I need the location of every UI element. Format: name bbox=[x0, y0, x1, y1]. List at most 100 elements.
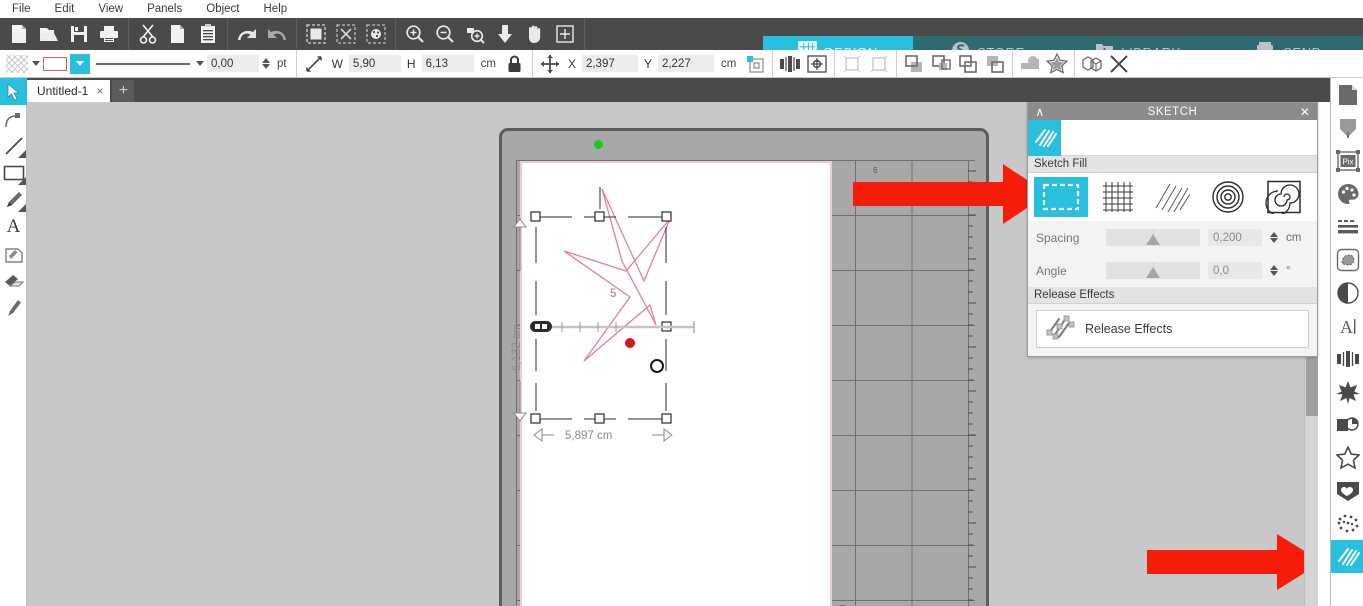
center-on-page-icon[interactable] bbox=[805, 52, 829, 76]
draw-rectangle-tool[interactable] bbox=[0, 159, 27, 186]
align-panel-icon[interactable] bbox=[1331, 342, 1363, 375]
draw-rectangle-submenu-triangle[interactable] bbox=[18, 177, 26, 185]
y-input[interactable] bbox=[657, 55, 714, 72]
width-input[interactable] bbox=[348, 55, 401, 72]
weld-icon[interactable] bbox=[1018, 52, 1042, 76]
angle-input[interactable] bbox=[1208, 262, 1262, 279]
text-style-panel-icon[interactable]: A bbox=[1331, 309, 1363, 342]
fill-gradient-panel-icon[interactable] bbox=[1331, 276, 1363, 309]
select-by-color-icon[interactable] bbox=[361, 19, 391, 49]
line-thickness-input[interactable] bbox=[207, 55, 259, 72]
sketch-panel-icon[interactable] bbox=[1331, 540, 1363, 573]
spacing-stepper[interactable] bbox=[1270, 232, 1278, 243]
fill-pattern-dropdown-caret[interactable] bbox=[32, 61, 40, 66]
menu-item-view[interactable]: View bbox=[86, 0, 135, 18]
spacing-slider-knob[interactable] bbox=[1146, 234, 1160, 245]
print-icon[interactable] bbox=[94, 19, 124, 49]
page-setup-panel-icon[interactable] bbox=[1331, 78, 1363, 111]
select-arrow-tool[interactable] bbox=[0, 78, 27, 105]
sketch-fill-spiral[interactable] bbox=[1257, 177, 1311, 217]
copy-icon[interactable] bbox=[163, 19, 193, 49]
stipple-panel-icon[interactable] bbox=[1331, 507, 1363, 540]
mirror-icon[interactable] bbox=[867, 52, 891, 76]
align-icon[interactable] bbox=[778, 52, 802, 76]
sketch-fill-icon[interactable] bbox=[1028, 119, 1061, 156]
cut-settings-panel-icon[interactable] bbox=[1331, 111, 1363, 144]
pixscan-panel-icon[interactable]: Pix bbox=[1331, 144, 1363, 177]
group-icon[interactable] bbox=[1080, 52, 1104, 76]
menu-item-edit[interactable]: Edit bbox=[43, 0, 87, 18]
paste-icon[interactable] bbox=[193, 19, 223, 49]
bring-to-front-icon[interactable] bbox=[902, 52, 926, 76]
document-tab[interactable]: Untitled-1 × bbox=[27, 80, 111, 102]
line-style-preview[interactable] bbox=[93, 59, 193, 69]
eraser-tool[interactable] bbox=[0, 267, 27, 294]
bring-forward-icon[interactable] bbox=[929, 52, 953, 76]
deselect-all-icon[interactable] bbox=[331, 19, 361, 49]
sketch-fill-crosshatch[interactable] bbox=[1090, 177, 1144, 217]
sketch-fill-none[interactable] bbox=[1034, 177, 1088, 217]
star-shape[interactable] bbox=[563, 188, 671, 362]
menu-item-object[interactable]: Object bbox=[194, 0, 251, 18]
scale-diagonal-icon[interactable] bbox=[302, 52, 326, 76]
fill-color-dropdown-caret[interactable] bbox=[76, 61, 84, 66]
star-shape-selection[interactable]: 5 6,132 cm 5,897 cm bbox=[502, 131, 992, 606]
sketch-fill-concentric[interactable] bbox=[1201, 177, 1255, 217]
rotate-handle[interactable] bbox=[650, 359, 664, 373]
menu-item-panels[interactable]: Panels bbox=[135, 0, 194, 18]
draw-freehand-tool[interactable] bbox=[0, 186, 27, 213]
offset-star-icon[interactable] bbox=[1045, 52, 1069, 76]
release-effects-button[interactable]: Release Effects bbox=[1036, 310, 1309, 348]
offset-panel-icon[interactable] bbox=[1331, 408, 1363, 441]
menu-item-help[interactable]: Help bbox=[252, 0, 300, 18]
send-backward-icon[interactable] bbox=[956, 52, 980, 76]
fill-pattern-icon[interactable] bbox=[5, 52, 29, 76]
draw-line-submenu-triangle[interactable] bbox=[18, 150, 26, 158]
rhinestone-panel-icon[interactable] bbox=[1331, 441, 1363, 474]
height-input[interactable] bbox=[421, 55, 474, 72]
x-input[interactable] bbox=[581, 55, 638, 72]
color-palette-panel-icon[interactable] bbox=[1331, 177, 1363, 210]
trace-tool[interactable] bbox=[0, 240, 27, 267]
anchor-point-icon[interactable] bbox=[743, 52, 767, 76]
line-style-dropdown-caret[interactable] bbox=[196, 61, 204, 66]
draw-line-tool[interactable] bbox=[0, 132, 27, 159]
select-all-icon[interactable] bbox=[301, 19, 331, 49]
redo-icon[interactable] bbox=[262, 19, 292, 49]
sketch-fill-hatch[interactable] bbox=[1146, 177, 1200, 217]
undo-icon[interactable] bbox=[232, 19, 262, 49]
pan-hand-icon[interactable] bbox=[520, 19, 550, 49]
close-icon[interactable]: × bbox=[96, 84, 103, 98]
zoom-out-icon[interactable] bbox=[430, 19, 460, 49]
ungroup-icon[interactable] bbox=[1107, 52, 1131, 76]
move-icon[interactable] bbox=[538, 52, 562, 76]
chevron-up-icon[interactable]: ∧ bbox=[1033, 106, 1047, 118]
rotate-icon[interactable] bbox=[840, 52, 864, 76]
close-icon[interactable]: ✕ bbox=[1298, 106, 1312, 118]
fill-color-swatch[interactable] bbox=[70, 53, 90, 74]
zoom-selection-icon[interactable] bbox=[460, 19, 490, 49]
save-icon[interactable] bbox=[64, 19, 94, 49]
selection-handles[interactable] bbox=[530, 211, 672, 424]
draw-freehand-submenu-triangle[interactable] bbox=[18, 204, 26, 212]
text-tool[interactable]: A bbox=[0, 213, 27, 240]
knife-tool[interactable] bbox=[0, 294, 27, 321]
knockout-panel-icon[interactable] bbox=[1331, 474, 1363, 507]
angle-slider-knob[interactable] bbox=[1146, 267, 1160, 278]
line-color-swatch[interactable] bbox=[43, 56, 67, 71]
show-grid-icon[interactable] bbox=[550, 19, 580, 49]
shape-center-point[interactable] bbox=[625, 338, 635, 348]
sketch-panel[interactable]: ∧ SKETCH ✕ Sketch Fill Spacing 0,200 cm … bbox=[1027, 102, 1318, 357]
angle-slider[interactable] bbox=[1106, 262, 1200, 279]
edit-points-tool[interactable] bbox=[0, 105, 27, 132]
open-document-icon[interactable] bbox=[34, 19, 64, 49]
menu-item-file[interactable]: File bbox=[0, 0, 43, 18]
new-document-icon[interactable] bbox=[4, 19, 34, 49]
spacing-input[interactable] bbox=[1208, 229, 1262, 246]
line-thickness-stepper[interactable] bbox=[262, 58, 270, 69]
trace-panel-icon[interactable] bbox=[1331, 243, 1363, 276]
lock-icon[interactable] bbox=[503, 52, 527, 76]
spacing-slider[interactable] bbox=[1106, 229, 1200, 246]
angle-stepper[interactable] bbox=[1270, 265, 1278, 276]
modify-panel-icon[interactable] bbox=[1331, 375, 1363, 408]
